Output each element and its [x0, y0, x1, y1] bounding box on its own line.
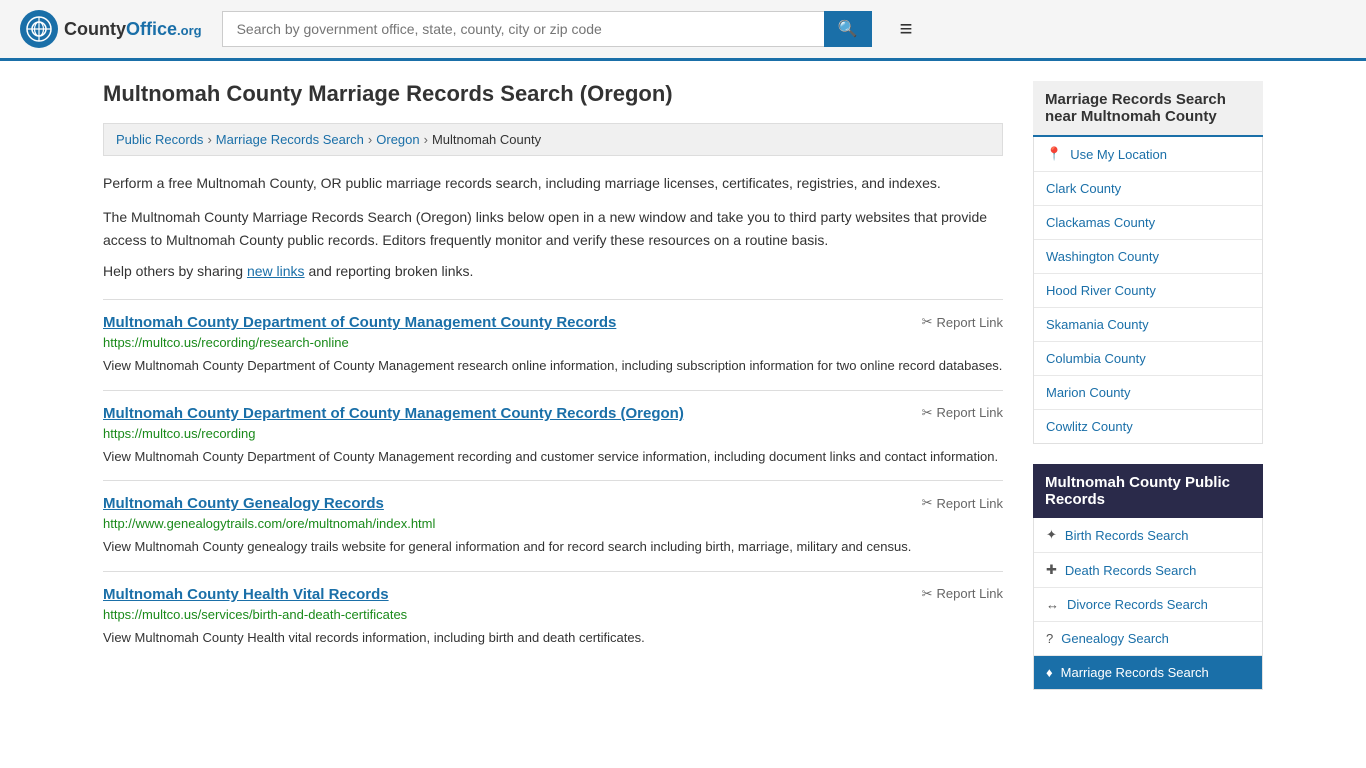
- hood-river-county-link[interactable]: Hood River County: [1034, 274, 1262, 307]
- nearby-list: 📍 Use My Location Clark County Clackamas…: [1033, 137, 1263, 444]
- columbia-county-item[interactable]: Columbia County: [1034, 342, 1262, 376]
- search-area: 🔍: [222, 11, 872, 47]
- page-title: Multnomah County Marriage Records Search…: [103, 81, 1003, 107]
- public-records-section: Multnomah County Public Records ✦ Birth …: [1033, 464, 1263, 690]
- report-link-0[interactable]: ✂ Report Link: [922, 314, 1003, 330]
- search-icon: 🔍: [838, 21, 858, 38]
- cowlitz-county-link[interactable]: Cowlitz County: [1034, 410, 1262, 443]
- cowlitz-county-item[interactable]: Cowlitz County: [1034, 410, 1262, 443]
- result-header-1: Multnomah County Department of County Ma…: [103, 405, 1003, 422]
- breadcrumb-public-records[interactable]: Public Records: [116, 132, 203, 147]
- washington-county-link[interactable]: Washington County: [1034, 240, 1262, 273]
- result-desc-2: View Multnomah County genealogy trails w…: [103, 537, 1003, 557]
- help-text: Help others by sharing new links and rep…: [103, 263, 1003, 279]
- divorce-records-item[interactable]: ↔ Divorce Records Search: [1034, 588, 1262, 622]
- divorce-icon: ↔: [1046, 597, 1059, 612]
- breadcrumb-sep-2: ›: [368, 132, 372, 147]
- report-icon-3: ✂: [922, 586, 933, 602]
- nearby-section: Marriage Records Search near Multnomah C…: [1033, 81, 1263, 444]
- new-links-link[interactable]: new links: [247, 263, 305, 279]
- hamburger-icon: ≡: [900, 16, 913, 41]
- marriage-records-link[interactable]: ♦ Marriage Records Search: [1034, 656, 1262, 689]
- clackamas-county-link[interactable]: Clackamas County: [1034, 206, 1262, 239]
- result-item-3: Multnomah County Health Vital Records ✂ …: [103, 571, 1003, 662]
- result-desc-1: View Multnomah County Department of Coun…: [103, 447, 1003, 467]
- result-url-2: http://www.genealogytrails.com/ore/multn…: [103, 516, 1003, 531]
- public-records-list: ✦ Birth Records Search ✚ Death Records S…: [1033, 518, 1263, 690]
- genealogy-icon: ?: [1046, 631, 1053, 646]
- clackamas-county-item[interactable]: Clackamas County: [1034, 206, 1262, 240]
- death-records-item[interactable]: ✚ Death Records Search: [1034, 553, 1262, 588]
- skamania-county-item[interactable]: Skamania County: [1034, 308, 1262, 342]
- breadcrumb-current: Multnomah County: [432, 132, 541, 147]
- result-url-1: https://multco.us/recording: [103, 426, 1003, 441]
- clark-county-item[interactable]: Clark County: [1034, 172, 1262, 206]
- result-title-1[interactable]: Multnomah County Department of County Ma…: [103, 405, 684, 422]
- main-container: Multnomah County Marriage Records Search…: [83, 61, 1283, 730]
- result-desc-3: View Multnomah County Health vital recor…: [103, 628, 1003, 648]
- location-icon: 📍: [1046, 146, 1062, 162]
- logo-area[interactable]: CountyOffice.org: [20, 10, 202, 48]
- public-records-title: Multnomah County Public Records: [1033, 464, 1263, 518]
- result-header-2: Multnomah County Genealogy Records ✂ Rep…: [103, 495, 1003, 512]
- birth-records-item[interactable]: ✦ Birth Records Search: [1034, 518, 1262, 553]
- breadcrumb-sep-1: ›: [207, 132, 211, 147]
- search-button[interactable]: 🔍: [824, 11, 872, 47]
- death-records-link[interactable]: ✚ Death Records Search: [1034, 553, 1262, 587]
- breadcrumb: Public Records › Marriage Records Search…: [103, 123, 1003, 156]
- logo-icon: [20, 10, 58, 48]
- report-link-1[interactable]: ✂ Report Link: [922, 405, 1003, 421]
- report-link-2[interactable]: ✂ Report Link: [922, 495, 1003, 511]
- result-url-3: https://multco.us/services/birth-and-dea…: [103, 607, 1003, 622]
- report-link-3[interactable]: ✂ Report Link: [922, 586, 1003, 602]
- result-desc-0: View Multnomah County Department of Coun…: [103, 356, 1003, 376]
- result-item-1: Multnomah County Department of County Ma…: [103, 390, 1003, 481]
- death-icon: ✚: [1046, 562, 1057, 578]
- marriage-records-item[interactable]: ♦ Marriage Records Search: [1034, 656, 1262, 689]
- marion-county-link[interactable]: Marion County: [1034, 376, 1262, 409]
- sidebar: Marriage Records Search near Multnomah C…: [1033, 81, 1263, 710]
- result-title-2[interactable]: Multnomah County Genealogy Records: [103, 495, 384, 512]
- breadcrumb-oregon[interactable]: Oregon: [376, 132, 419, 147]
- result-item-0: Multnomah County Department of County Ma…: [103, 299, 1003, 390]
- birth-records-link[interactable]: ✦ Birth Records Search: [1034, 518, 1262, 552]
- menu-button[interactable]: ≡: [892, 12, 921, 46]
- columbia-county-link[interactable]: Columbia County: [1034, 342, 1262, 375]
- logo-text: CountyOffice.org: [64, 19, 202, 40]
- result-url-0: https://multco.us/recording/research-onl…: [103, 335, 1003, 350]
- divorce-records-link[interactable]: ↔ Divorce Records Search: [1034, 588, 1262, 621]
- result-title-3[interactable]: Multnomah County Health Vital Records: [103, 586, 389, 603]
- result-header-3: Multnomah County Health Vital Records ✂ …: [103, 586, 1003, 603]
- genealogy-link[interactable]: ? Genealogy Search: [1034, 622, 1262, 655]
- use-my-location-label: Use My Location: [1070, 147, 1167, 162]
- report-icon-1: ✂: [922, 405, 933, 421]
- nearby-title: Marriage Records Search near Multnomah C…: [1033, 81, 1263, 137]
- content-area: Multnomah County Marriage Records Search…: [103, 81, 1003, 710]
- result-item-2: Multnomah County Genealogy Records ✂ Rep…: [103, 480, 1003, 571]
- description-paragraph1: Perform a free Multnomah County, OR publ…: [103, 172, 1003, 194]
- birth-icon: ✦: [1046, 527, 1057, 543]
- washington-county-item[interactable]: Washington County: [1034, 240, 1262, 274]
- use-my-location-item[interactable]: 📍 Use My Location: [1034, 137, 1262, 172]
- genealogy-item[interactable]: ? Genealogy Search: [1034, 622, 1262, 656]
- result-header-0: Multnomah County Department of County Ma…: [103, 314, 1003, 331]
- results-container: Multnomah County Department of County Ma…: [103, 299, 1003, 661]
- marion-county-item[interactable]: Marion County: [1034, 376, 1262, 410]
- result-title-0[interactable]: Multnomah County Department of County Ma…: [103, 314, 616, 331]
- report-icon-0: ✂: [922, 314, 933, 330]
- use-my-location-link[interactable]: 📍 Use My Location: [1034, 137, 1262, 171]
- breadcrumb-sep-3: ›: [424, 132, 428, 147]
- clark-county-link[interactable]: Clark County: [1034, 172, 1262, 205]
- search-input[interactable]: [222, 11, 824, 47]
- marriage-icon: ♦: [1046, 665, 1053, 680]
- report-icon-2: ✂: [922, 495, 933, 511]
- breadcrumb-marriage-records[interactable]: Marriage Records Search: [216, 132, 364, 147]
- header: CountyOffice.org 🔍 ≡: [0, 0, 1366, 61]
- hood-river-county-item[interactable]: Hood River County: [1034, 274, 1262, 308]
- description-paragraph2: The Multnomah County Marriage Records Se…: [103, 206, 1003, 251]
- skamania-county-link[interactable]: Skamania County: [1034, 308, 1262, 341]
